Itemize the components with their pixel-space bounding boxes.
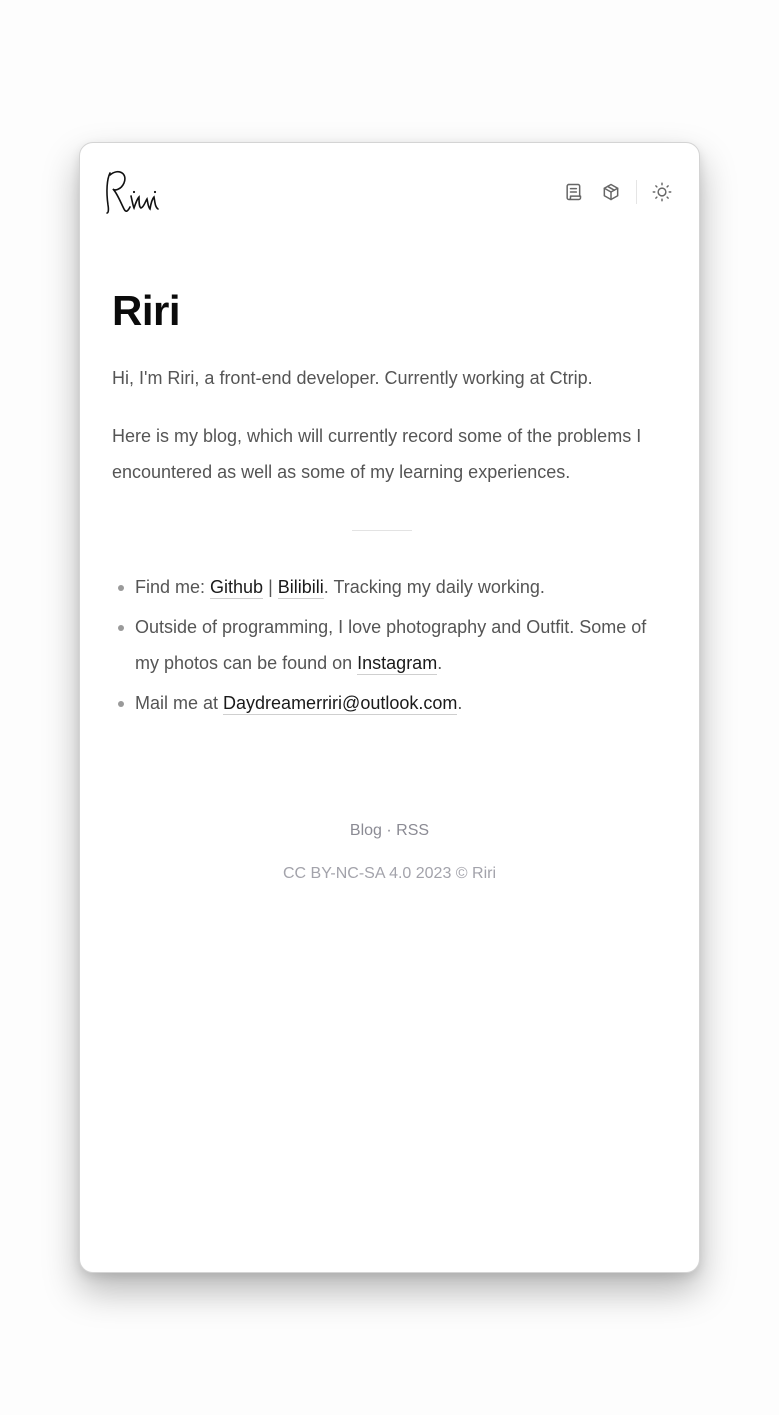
license-text: CC BY-NC-SA 4.0 2023 © Riri bbox=[282, 865, 497, 882]
section-divider bbox=[352, 530, 412, 531]
page-title: Riri bbox=[112, 287, 181, 334]
bullet-icon bbox=[118, 585, 124, 591]
email-link[interactable]: Daydreamerriri@outlook.com bbox=[223, 693, 458, 715]
footer-blog-link[interactable]: Blog bbox=[350, 822, 382, 839]
find-me-suffix: . Tracking my daily working. bbox=[323, 577, 545, 597]
scroll-icon[interactable] bbox=[562, 181, 584, 203]
top-nav bbox=[562, 179, 673, 205]
bullet-icon bbox=[118, 625, 124, 631]
blog-description: Here is my blog, which will currently re… bbox=[112, 426, 642, 482]
link-separator: | bbox=[268, 577, 273, 597]
cube-icon[interactable] bbox=[600, 181, 622, 203]
instagram-link[interactable]: Instagram bbox=[357, 653, 438, 675]
list-item-photography: Outside of programming, I love photograp… bbox=[112, 609, 672, 681]
mail-prefix: Mail me at bbox=[135, 693, 224, 713]
page-card: Riri Hi, I'm Riri, a front-end developer… bbox=[79, 142, 700, 1273]
github-link[interactable]: Github bbox=[210, 577, 264, 599]
mail-suffix: . bbox=[457, 693, 463, 713]
signature-logo[interactable] bbox=[104, 169, 164, 219]
nav-divider bbox=[636, 180, 637, 204]
footer: Blog · RSS CC BY-NC-SA 4.0 2023 © Riri bbox=[80, 819, 699, 886]
footer-links: Blog · RSS bbox=[80, 819, 699, 843]
sun-icon[interactable] bbox=[651, 181, 673, 203]
main-content: Riri Hi, I'm Riri, a front-end developer… bbox=[112, 283, 672, 725]
list-item-mail: Mail me at Daydreamerriri@outlook.com. bbox=[112, 685, 672, 721]
bilibili-link[interactable]: Bilibili bbox=[277, 577, 324, 599]
top-bar bbox=[80, 143, 699, 243]
photography-suffix: . bbox=[437, 653, 443, 673]
find-me-prefix: Find me: bbox=[135, 577, 211, 597]
signature-logo-image bbox=[106, 171, 159, 214]
bullet-icon bbox=[118, 701, 124, 707]
footer-dot-separator: · bbox=[381, 822, 397, 839]
about-list: Find me: Github | Bilibili. Tracking my da… bbox=[112, 569, 672, 721]
intro-text: Hi, I'm Riri, a front-end developer. Cur… bbox=[112, 368, 593, 388]
list-item-find-me: Find me: Github | Bilibili. Tracking my da… bbox=[112, 569, 672, 605]
footer-rss-link[interactable]: RSS bbox=[396, 822, 429, 839]
